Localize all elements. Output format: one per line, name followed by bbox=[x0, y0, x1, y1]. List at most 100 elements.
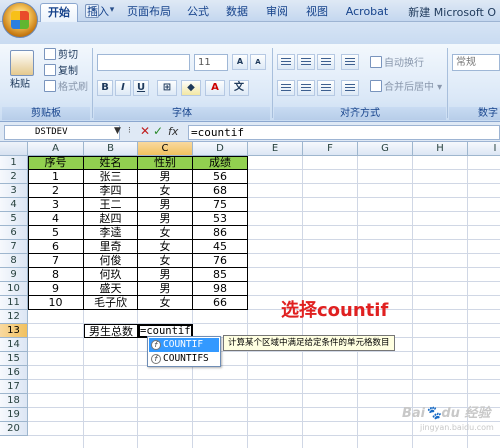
table-cell[interactable]: 盛天 bbox=[84, 282, 138, 296]
row-header-15[interactable]: 15 bbox=[0, 352, 28, 366]
row-header-3[interactable]: 3 bbox=[0, 184, 28, 198]
table-cell[interactable]: 李逵 bbox=[84, 226, 138, 240]
table-cell[interactable]: 1 bbox=[28, 170, 84, 184]
table-cell[interactable]: 98 bbox=[193, 282, 248, 296]
table-cell[interactable]: 53 bbox=[193, 212, 248, 226]
row-header-11[interactable]: 11 bbox=[0, 296, 28, 310]
autocomplete-item-countif[interactable]: f COUNTIF bbox=[149, 338, 219, 352]
font-color-button[interactable]: A bbox=[205, 80, 225, 96]
tab-view[interactable]: 视图 bbox=[302, 3, 332, 22]
table-cell[interactable]: 3 bbox=[28, 198, 84, 212]
column-header-g[interactable]: G bbox=[358, 142, 413, 156]
row-header-4[interactable]: 4 bbox=[0, 198, 28, 212]
paste-button[interactable]: 粘贴 bbox=[10, 78, 30, 92]
table-cell[interactable]: 女 bbox=[138, 240, 193, 254]
table-cell[interactable]: 女 bbox=[138, 254, 193, 268]
bold-button[interactable]: B bbox=[97, 80, 113, 96]
column-header-i[interactable]: I bbox=[468, 142, 500, 156]
table-header-cell[interactable]: 成绩 bbox=[193, 156, 248, 170]
table-cell[interactable]: 2 bbox=[28, 184, 84, 198]
orientation-button[interactable] bbox=[341, 54, 359, 70]
row-header-8[interactable]: 8 bbox=[0, 254, 28, 268]
row-header-19[interactable]: 19 bbox=[0, 408, 28, 422]
table-cell[interactable]: 6 bbox=[28, 240, 84, 254]
table-cell[interactable]: 男 bbox=[138, 170, 193, 184]
table-cell[interactable]: 赵四 bbox=[84, 212, 138, 226]
office-button[interactable] bbox=[2, 2, 38, 38]
enter-icon[interactable]: ✓ bbox=[153, 124, 163, 138]
table-cell[interactable]: 女 bbox=[138, 226, 193, 240]
tab-home[interactable]: 开始 bbox=[40, 3, 78, 22]
select-all-button[interactable] bbox=[0, 142, 28, 156]
row-header-10[interactable]: 10 bbox=[0, 282, 28, 296]
table-cell[interactable]: 75 bbox=[193, 198, 248, 212]
table-cell[interactable]: 85 bbox=[193, 268, 248, 282]
row-header-1[interactable]: 1 bbox=[0, 156, 28, 170]
phonetic-button[interactable]: 文 bbox=[229, 80, 249, 96]
paste-icon[interactable] bbox=[10, 50, 34, 76]
wrap-text-button[interactable]: 自动换行 bbox=[370, 56, 424, 71]
tab-page-layout[interactable]: 页面布局 bbox=[124, 3, 174, 22]
column-header-e[interactable]: E bbox=[248, 142, 303, 156]
cut-button[interactable]: 剪切 bbox=[44, 48, 78, 63]
table-header-cell[interactable]: 性别 bbox=[138, 156, 193, 170]
table-cell[interactable]: 76 bbox=[193, 254, 248, 268]
table-cell[interactable]: 8 bbox=[28, 268, 84, 282]
align-bottom-button[interactable] bbox=[317, 54, 335, 70]
align-left-button[interactable] bbox=[277, 80, 295, 96]
grow-font-button[interactable]: A bbox=[232, 54, 248, 70]
table-cell[interactable]: 5 bbox=[28, 226, 84, 240]
table-cell[interactable]: 86 bbox=[193, 226, 248, 240]
column-header-h[interactable]: H bbox=[413, 142, 468, 156]
row-header-13[interactable]: 13 bbox=[0, 324, 28, 338]
cancel-icon[interactable]: ✕ bbox=[140, 124, 150, 138]
tab-acrobat[interactable]: Acrobat bbox=[342, 3, 392, 22]
tab-insert[interactable]: 插入 bbox=[82, 3, 114, 22]
table-cell[interactable]: 王二 bbox=[84, 198, 138, 212]
tab-data[interactable]: 数据 bbox=[222, 3, 252, 22]
shrink-font-button[interactable]: A bbox=[250, 54, 266, 70]
summary-label-cell[interactable]: 男生总数 bbox=[84, 324, 138, 338]
table-cell[interactable]: 男 bbox=[138, 268, 193, 282]
formula-input[interactable]: =countif bbox=[188, 125, 500, 140]
row-header-17[interactable]: 17 bbox=[0, 380, 28, 394]
copy-button[interactable]: 复制 bbox=[44, 64, 78, 79]
table-cell[interactable]: 张三 bbox=[84, 170, 138, 184]
table-cell[interactable]: 4 bbox=[28, 212, 84, 226]
column-header-a[interactable]: A bbox=[28, 142, 84, 156]
tab-review[interactable]: 审阅 bbox=[262, 3, 292, 22]
merge-center-button[interactable]: 合并后居中 ▾ bbox=[370, 80, 442, 95]
number-format-field[interactable]: 常规 bbox=[452, 54, 500, 71]
table-cell[interactable]: 男 bbox=[138, 212, 193, 226]
table-cell[interactable]: 毛子欣 bbox=[84, 296, 138, 310]
table-cell[interactable]: 68 bbox=[193, 184, 248, 198]
column-header-c[interactable]: C bbox=[138, 142, 193, 156]
row-header-2[interactable]: 2 bbox=[0, 170, 28, 184]
align-top-button[interactable] bbox=[277, 54, 295, 70]
table-cell[interactable]: 李四 bbox=[84, 184, 138, 198]
table-header-cell[interactable]: 姓名 bbox=[84, 156, 138, 170]
row-header-20[interactable]: 20 bbox=[0, 422, 28, 436]
table-cell[interactable]: 里奇 bbox=[84, 240, 138, 254]
insert-function-icon[interactable]: fx bbox=[168, 125, 178, 138]
row-header-5[interactable]: 5 bbox=[0, 212, 28, 226]
align-center-button[interactable] bbox=[297, 80, 315, 96]
table-cell[interactable]: 何俊 bbox=[84, 254, 138, 268]
font-name-field[interactable] bbox=[97, 54, 190, 71]
table-cell[interactable]: 7 bbox=[28, 254, 84, 268]
table-cell[interactable]: 何玖 bbox=[84, 268, 138, 282]
row-header-14[interactable]: 14 bbox=[0, 338, 28, 352]
table-cell[interactable]: 女 bbox=[138, 296, 193, 310]
table-cell[interactable]: 男 bbox=[138, 282, 193, 296]
align-right-button[interactable] bbox=[317, 80, 335, 96]
tab-formulas[interactable]: 公式 bbox=[183, 3, 213, 22]
fill-color-button[interactable]: ◆ bbox=[181, 80, 201, 96]
border-button[interactable]: ⊞ bbox=[157, 80, 177, 96]
autocomplete-item-countifs[interactable]: f COUNTIFS bbox=[149, 352, 219, 366]
column-header-b[interactable]: B bbox=[84, 142, 138, 156]
row-header-6[interactable]: 6 bbox=[0, 226, 28, 240]
table-cell[interactable]: 45 bbox=[193, 240, 248, 254]
row-header-9[interactable]: 9 bbox=[0, 268, 28, 282]
table-cell[interactable]: 10 bbox=[28, 296, 84, 310]
row-header-18[interactable]: 18 bbox=[0, 394, 28, 408]
